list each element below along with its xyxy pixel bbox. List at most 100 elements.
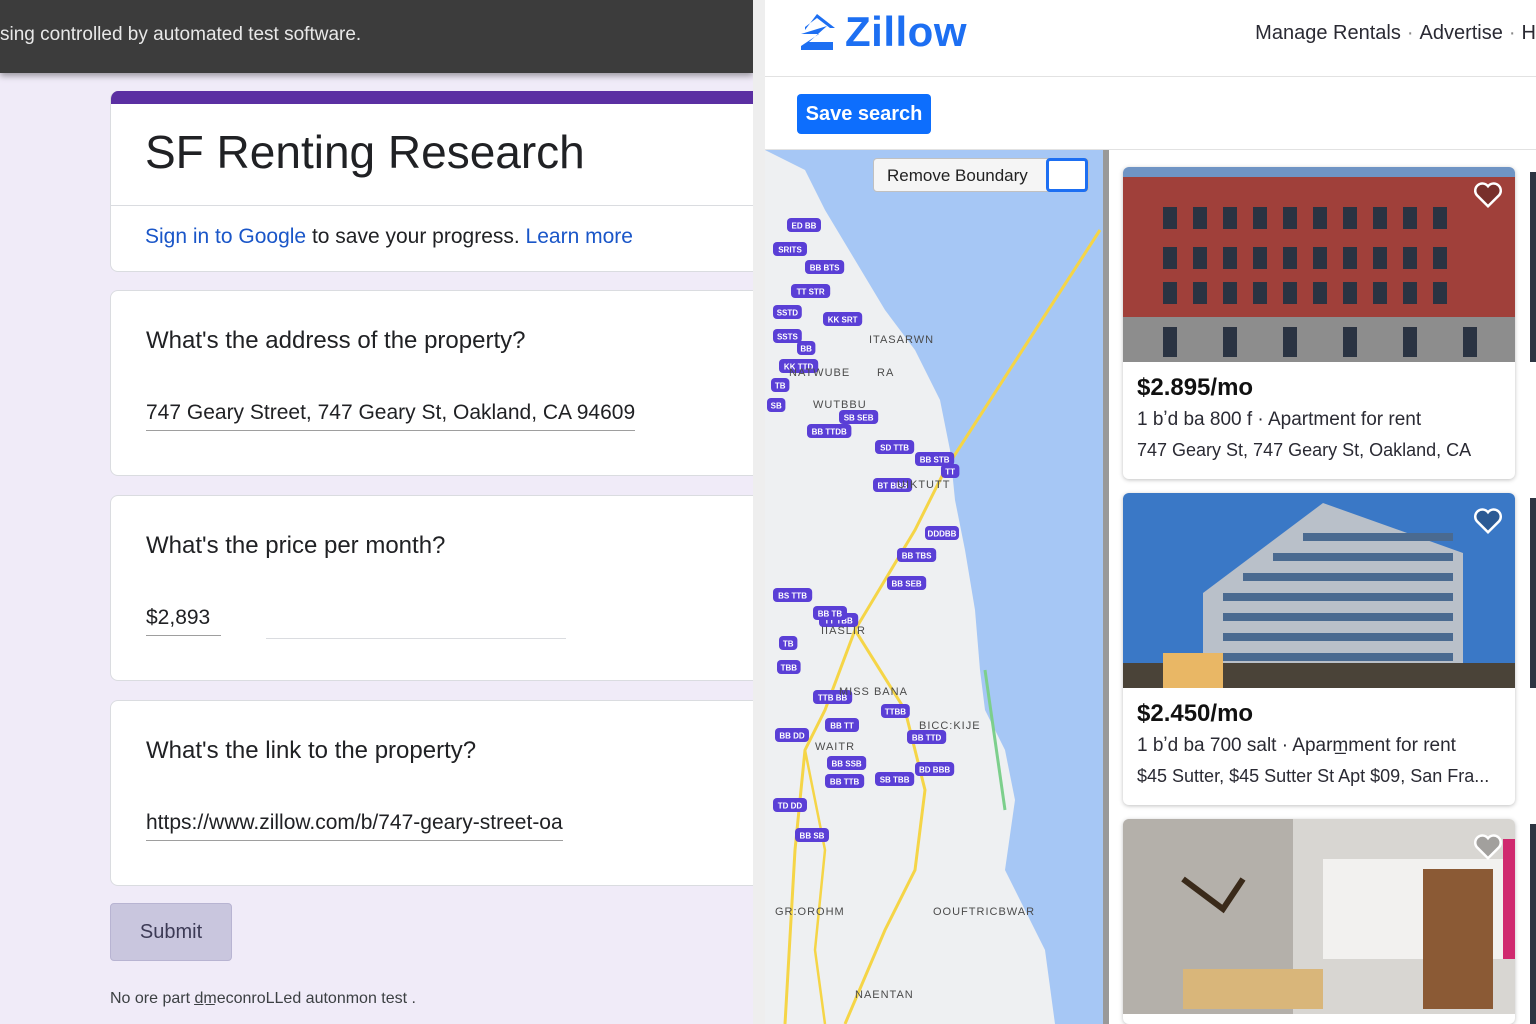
map-place-label: UIKTUTT [897, 479, 950, 491]
remove-boundary-label: Remove Boundary [887, 166, 1028, 185]
favorite-heart-icon[interactable] [1473, 833, 1503, 861]
map-price-pin[interactable]: BB BTS [805, 260, 845, 274]
boundary-toggle[interactable] [1046, 158, 1088, 192]
listing-address[interactable]: $45 Sutter, $45 Sutter St Apt $09, San F… [1137, 766, 1489, 787]
map-price-pin[interactable]: TT STR [791, 284, 831, 298]
svg-text:TT STR: TT STR [797, 288, 825, 297]
svg-text:SB: SB [771, 402, 782, 411]
map-price-pin[interactable]: BD BBB [915, 762, 955, 776]
listing-photo[interactable] [1123, 819, 1515, 1014]
map-price-pin[interactable]: TB [779, 636, 798, 650]
map-price-pin[interactable]: SD TTB [875, 440, 915, 454]
map-place-label: WUTBBU [813, 399, 867, 411]
map-price-pin[interactable]: ED BB [787, 218, 821, 232]
map-price-pin[interactable]: TTBB [881, 704, 910, 718]
map-price-pin[interactable]: BB DD [775, 728, 809, 742]
map-price-pin[interactable]: BB TB [813, 606, 847, 620]
search-toolbar: Save search [765, 77, 1536, 150]
nav-more[interactable]: H [1522, 22, 1536, 44]
svg-text:BB TT: BB TT [830, 722, 854, 731]
input-underline [266, 638, 566, 639]
map-price-pin[interactable]: SRITS [773, 242, 807, 256]
svg-text:TT: TT [945, 468, 955, 477]
map-price-pin[interactable]: KK SRT [823, 312, 863, 326]
next-column-card-edge [1530, 172, 1536, 362]
map-price-pin[interactable]: SB TBB [875, 772, 915, 786]
map-price-pin[interactable]: SSTD [773, 305, 802, 319]
map-price-pin[interactable]: TB [771, 378, 790, 392]
listing-photo[interactable] [1123, 167, 1515, 362]
infobar-text: sing controlled by automated test softwa… [0, 24, 362, 45]
map-price-pin[interactable]: BB TTD [907, 730, 947, 744]
svg-text:BB: BB [800, 345, 812, 354]
map-price-pin[interactable]: BB SEB [887, 576, 927, 590]
listing-card[interactable] [1123, 819, 1515, 1024]
svg-text:KK SRT: KK SRT [828, 316, 858, 325]
svg-text:ED BB: ED BB [792, 222, 817, 231]
nav-advertise[interactable]: Advertise [1420, 22, 1503, 44]
form-footer-note: No ore part d̲m̲ecоnroLLed autonmon test… [110, 990, 416, 1007]
svg-text:SSTD: SSTD [777, 309, 799, 318]
map-price-pin[interactable]: SSTS [773, 329, 802, 343]
question-label: What's the price per month? [146, 532, 446, 559]
svg-text:BB TTD: BB TTD [912, 734, 942, 743]
zillow-logo-icon[interactable] [797, 12, 837, 52]
address-input[interactable]: 747 Geary Street, 747 Geary St, Oakland,… [146, 401, 636, 431]
map-price-pin[interactable]: SB [767, 398, 786, 412]
map-price-pin[interactable]: BS TTB [773, 588, 813, 602]
svg-text:BB SEB: BB SEB [891, 580, 921, 589]
signin-notice: Sign in to Google to save your progress.… [145, 225, 633, 249]
favorite-heart-icon[interactable] [1473, 181, 1503, 209]
svg-text:BB SB: BB SB [800, 832, 825, 841]
listing-price: $2.895/mo [1137, 374, 1254, 401]
listing-price: $2.450/mo [1137, 700, 1254, 727]
zillow-logo-text[interactable]: Zillow [845, 8, 967, 56]
question-card-address: What's the address of the property? 747 … [110, 290, 753, 476]
map-view[interactable]: ED BB SRITS BB BTS TT STR SSTD KK SRT SSTS BB KK… [765, 150, 1109, 1024]
svg-text:BD BBB: BD BBB [919, 766, 950, 775]
remove-boundary-control[interactable]: Remove Boundary [873, 158, 1089, 192]
map-price-pin[interactable]: SB SEB [839, 410, 879, 424]
map-price-pin[interactable]: BB SSB [827, 756, 867, 770]
favorite-heart-icon[interactable] [1473, 507, 1503, 535]
svg-text:SSTS: SSTS [777, 333, 799, 342]
question-card-link: What's the link to the property? https:/… [110, 700, 753, 886]
submit-button[interactable]: Submit [110, 903, 232, 961]
nav-manage-rentals[interactable]: Manage Rentals [1255, 22, 1401, 44]
learn-more-link[interactable]: Learn more [526, 225, 633, 248]
listing-address[interactable]: 747 Geary St, 747 Geary St, Oakland, CA [1137, 440, 1471, 461]
map-price-pin[interactable]: BB TTDB [807, 424, 852, 438]
listing-card[interactable]: $2.450/mo 1 bʼd ba 700 salt · Aparm̲ment… [1123, 493, 1515, 805]
question-label: What's the address of the property? [146, 327, 526, 354]
svg-text:BB STB: BB STB [920, 456, 950, 465]
svg-text:SB SEB: SB SEB [844, 414, 874, 423]
map-price-pin[interactable]: TT [941, 464, 960, 478]
map-price-pin[interactable]: BB TT [825, 718, 859, 732]
top-nav: Manage Rentals · Advertise · H [1255, 22, 1536, 44]
map-price-pin[interactable]: BB SB [795, 828, 829, 842]
form-accent-bar [111, 91, 753, 104]
form-title: SF Renting Research [145, 126, 585, 178]
map-place-label: RA [877, 367, 894, 379]
map-price-pin[interactable]: BB TTB [825, 774, 865, 788]
map-price-pin[interactable]: TBB [777, 660, 801, 674]
map-place-label: NAENTAN [855, 989, 914, 1001]
map-price-pin[interactable]: BB TBS [897, 548, 937, 562]
listing-results: $2.895/mo 1 bʼd ba 800 f · Apartment for… [1109, 150, 1536, 1024]
listing-card[interactable]: $2.895/mo 1 bʼd ba 800 f · Apartment for… [1123, 167, 1515, 479]
question-label: What's the link to the property? [146, 737, 477, 764]
map-place-label: GR:OROHM [775, 906, 845, 918]
map-price-pin[interactable]: DDDBB [925, 526, 959, 540]
signin-link[interactable]: Sign in to Google [145, 225, 306, 248]
map-price-pin[interactable]: BB STB [915, 452, 955, 466]
svg-text:BS TTB: BS TTB [778, 592, 807, 601]
listing-photo[interactable] [1123, 493, 1515, 688]
map-place-label: MISS BANA [839, 686, 908, 698]
price-input[interactable]: $2,893 [146, 606, 221, 636]
svg-text:SD TTB: SD TTB [880, 444, 909, 453]
save-search-button[interactable]: Save search [797, 94, 931, 134]
link-input[interactable]: https://www.zillow.com/b/747-geary-stree… [146, 811, 563, 841]
svg-text:TTBB: TTBB [885, 708, 907, 717]
map-price-pin[interactable]: BB [797, 341, 816, 355]
map-price-pin[interactable]: TD DD [773, 798, 807, 812]
